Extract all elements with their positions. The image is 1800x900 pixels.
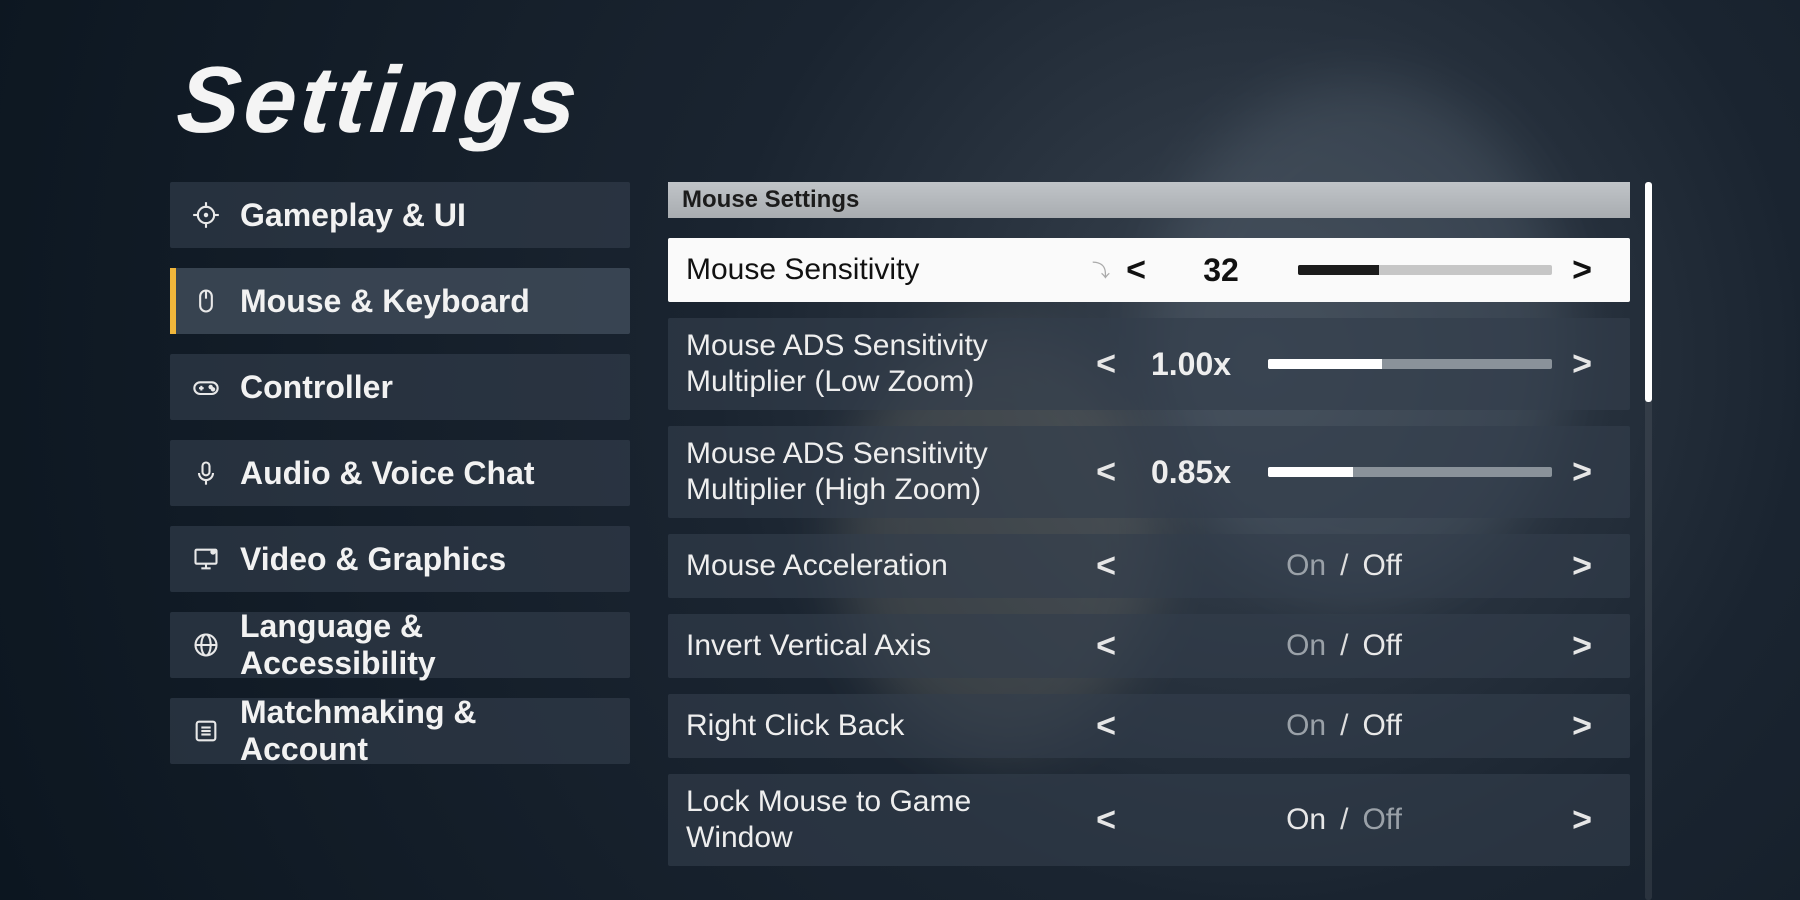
nav-item-label: Matchmaking & Account: [240, 694, 608, 768]
setting-label: Mouse ADS Sensitivity Multiplier (Low Zo…: [686, 328, 1086, 400]
twirl-indicator: ⤵: [1086, 257, 1116, 283]
slider-control: 0.85x: [1126, 454, 1562, 491]
setting-label: Mouse ADS Sensitivity Multiplier (High Z…: [686, 436, 1086, 508]
slider-track[interactable]: [1268, 359, 1552, 369]
setting-label: Mouse Acceleration: [686, 548, 1086, 584]
settings-panel: Mouse Settings Mouse Sensitivity⤵<32>Mou…: [668, 182, 1630, 900]
toggle-control: On / Off: [1126, 709, 1562, 743]
nav-item-matchmaking-account[interactable]: Matchmaking & Account: [170, 698, 630, 764]
chevron-right-icon[interactable]: >: [1562, 345, 1602, 384]
chevron-right-icon[interactable]: >: [1562, 251, 1602, 290]
globe-icon: [192, 631, 220, 659]
setting-row-mouse-acceleration[interactable]: Mouse Acceleration< On / Off >: [668, 534, 1630, 598]
nav-item-label: Language & Accessibility: [240, 608, 608, 682]
setting-row-invert-vertical-axis[interactable]: Invert Vertical Axis< On / Off >: [668, 614, 1630, 678]
toggle-separator: /: [1340, 709, 1348, 743]
setting-value: 1.00x: [1136, 346, 1246, 383]
mouse-icon: [192, 287, 220, 315]
page-title: Settings: [172, 46, 1635, 154]
setting-label: Lock Mouse to Game Window: [686, 784, 1086, 856]
toggle-control: On / Off: [1126, 549, 1562, 583]
crosshair-icon: [192, 201, 220, 229]
nav-item-label: Mouse & Keyboard: [240, 283, 530, 320]
slider-control: 32: [1156, 252, 1562, 289]
chevron-left-icon[interactable]: <: [1086, 345, 1126, 384]
settings-nav: Gameplay & UI Mouse & Keyboard Controller A…: [170, 182, 630, 900]
nav-item-gameplay-ui[interactable]: Gameplay & UI: [170, 182, 630, 248]
toggle-on[interactable]: On: [1286, 549, 1326, 583]
toggle-on[interactable]: On: [1286, 709, 1326, 743]
gamepad-icon: [192, 373, 220, 401]
setting-row-mouse-ads-sensitivity-multiplier-high-zoom[interactable]: Mouse ADS Sensitivity Multiplier (High Z…: [668, 426, 1630, 518]
chevron-left-icon[interactable]: <: [1086, 707, 1126, 746]
setting-label: Invert Vertical Axis: [686, 628, 1086, 664]
chevron-left-icon[interactable]: <: [1086, 453, 1126, 492]
scrollbar[interactable]: [1645, 182, 1652, 900]
nav-item-controller[interactable]: Controller: [170, 354, 630, 420]
toggle-separator: /: [1340, 803, 1348, 837]
toggle-off[interactable]: Off: [1362, 549, 1401, 583]
nav-item-mouse-keyboard[interactable]: Mouse & Keyboard: [170, 268, 630, 334]
chevron-left-icon[interactable]: <: [1116, 251, 1156, 290]
toggle-on[interactable]: On: [1286, 629, 1326, 663]
toggle-off[interactable]: Off: [1362, 803, 1401, 837]
slider-track[interactable]: [1298, 265, 1552, 275]
toggle-control: On / Off: [1126, 803, 1562, 837]
slider-control: 1.00x: [1126, 346, 1562, 383]
nav-item-language-accessibility[interactable]: Language & Accessibility: [170, 612, 630, 678]
chevron-right-icon[interactable]: >: [1562, 801, 1602, 840]
mic-icon: [192, 459, 220, 487]
slider-fill: [1268, 467, 1353, 477]
slider-fill: [1298, 265, 1379, 275]
slider-fill: [1268, 359, 1382, 369]
setting-value: 0.85x: [1136, 454, 1246, 491]
setting-label: Mouse Sensitivity: [686, 252, 1086, 288]
setting-label: Right Click Back: [686, 708, 1086, 744]
chevron-right-icon[interactable]: >: [1562, 547, 1602, 586]
setting-value: 32: [1166, 252, 1276, 289]
chevron-left-icon[interactable]: <: [1086, 627, 1126, 666]
chevron-right-icon[interactable]: >: [1562, 627, 1602, 666]
nav-item-video-graphics[interactable]: Video & Graphics: [170, 526, 630, 592]
toggle-separator: /: [1340, 549, 1348, 583]
nav-item-label: Gameplay & UI: [240, 197, 466, 234]
slider-track[interactable]: [1268, 467, 1552, 477]
chevron-left-icon[interactable]: <: [1086, 801, 1126, 840]
scrollbar-thumb[interactable]: [1645, 182, 1652, 402]
toggle-off[interactable]: Off: [1362, 709, 1401, 743]
toggle-control: On / Off: [1126, 629, 1562, 663]
chevron-right-icon[interactable]: >: [1562, 453, 1602, 492]
chevron-right-icon[interactable]: >: [1562, 707, 1602, 746]
nav-item-label: Controller: [240, 369, 393, 406]
nav-item-label: Audio & Voice Chat: [240, 455, 535, 492]
setting-row-right-click-back[interactable]: Right Click Back< On / Off >: [668, 694, 1630, 758]
setting-row-mouse-sensitivity[interactable]: Mouse Sensitivity⤵<32 >: [668, 238, 1630, 302]
list-icon: [192, 717, 220, 745]
toggle-off[interactable]: Off: [1362, 629, 1401, 663]
toggle-separator: /: [1340, 629, 1348, 663]
chevron-left-icon[interactable]: <: [1086, 547, 1126, 586]
nav-item-audio-voice-chat[interactable]: Audio & Voice Chat: [170, 440, 630, 506]
setting-row-mouse-ads-sensitivity-multiplier-low-zoom[interactable]: Mouse ADS Sensitivity Multiplier (Low Zo…: [668, 318, 1630, 410]
nav-item-label: Video & Graphics: [240, 541, 506, 578]
setting-row-lock-mouse-to-game-window[interactable]: Lock Mouse to Game Window< On / Off >: [668, 774, 1630, 866]
monitor-icon: [192, 545, 220, 573]
toggle-on[interactable]: On: [1286, 803, 1326, 837]
section-header: Mouse Settings: [668, 182, 1630, 218]
